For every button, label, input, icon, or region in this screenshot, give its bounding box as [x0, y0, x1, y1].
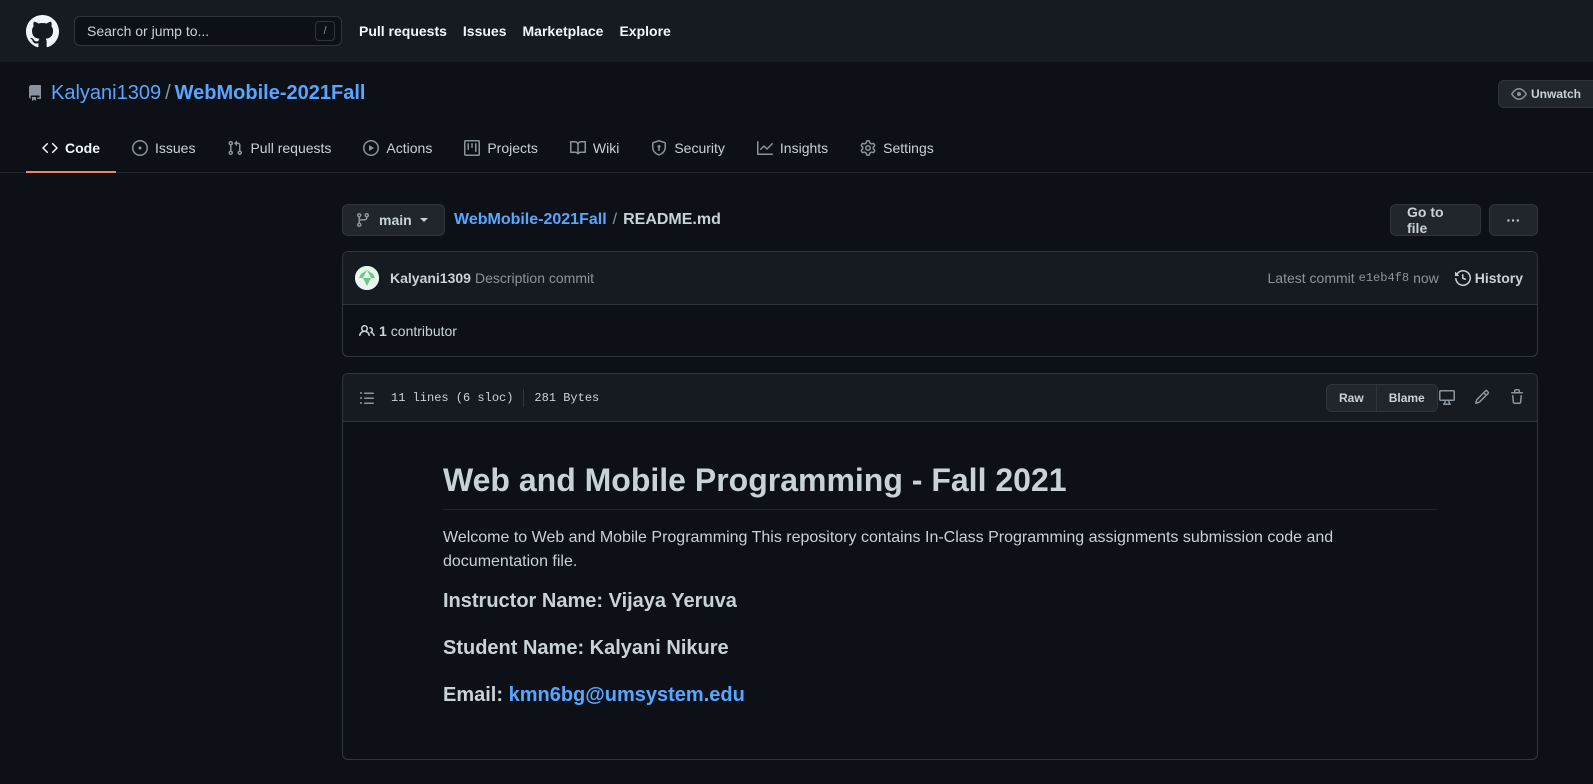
- tab-label: Actions: [386, 140, 433, 156]
- divider: [523, 388, 525, 407]
- blame-button[interactable]: Blame: [1376, 384, 1438, 412]
- file-header: 11 lines (6 sloc) 281 Bytes Raw Blame: [343, 374, 1537, 422]
- commit-author-link[interactable]: Kalyani1309: [390, 270, 471, 286]
- repo-title: Kalyani1309/WebMobile-2021Fall: [51, 82, 365, 105]
- nav-pull-requests[interactable]: Pull requests: [359, 23, 447, 39]
- code-icon: [42, 142, 58, 154]
- file-actions: [1439, 389, 1544, 405]
- tab-projects[interactable]: Projects: [448, 124, 554, 172]
- file-lines: 11 lines (6 sloc): [391, 390, 514, 405]
- project-icon: [464, 140, 481, 156]
- nav-explore[interactable]: Explore: [619, 23, 670, 39]
- tab-insights[interactable]: Insights: [741, 124, 844, 172]
- readme-instructor: Instructor Name: Vijaya Yeruva: [443, 590, 737, 612]
- tab-security[interactable]: Security: [635, 124, 741, 172]
- list-unordered-icon[interactable]: [359, 390, 375, 406]
- graph-icon: [756, 141, 773, 155]
- unwatch-label: Unwatch: [1531, 87, 1582, 101]
- tab-label: Code: [65, 140, 100, 156]
- tab-label: Projects: [487, 140, 538, 156]
- contributors-label: contributor: [390, 323, 457, 339]
- search-shortcut-key: /: [315, 21, 335, 41]
- desktop-icon[interactable]: [1439, 389, 1455, 405]
- repo-heading: Kalyani1309/WebMobile-2021Fall Unwatch: [0, 62, 1593, 124]
- pencil-icon[interactable]: [1474, 389, 1490, 405]
- file-view-buttons: Raw Blame: [1326, 384, 1438, 412]
- tab-label: Security: [674, 140, 725, 156]
- email-link[interactable]: kmn6bg@umsystem.edu: [509, 684, 745, 706]
- readme-intro: Welcome to Web and Mobile Programming Th…: [443, 529, 1334, 570]
- branch-select-button[interactable]: main: [342, 204, 445, 236]
- tab-wiki[interactable]: Wiki: [554, 124, 635, 172]
- trash-icon[interactable]: [1509, 389, 1525, 405]
- breadcrumb: WebMobile-2021Fall / README.md: [454, 211, 721, 229]
- file-size: 281 Bytes: [534, 390, 600, 405]
- tab-issues[interactable]: Issues: [116, 124, 211, 172]
- main-content: main WebMobile-2021Fall / README.md Go t…: [342, 204, 1538, 760]
- gear-icon: [860, 140, 876, 156]
- github-logo-icon[interactable]: [26, 14, 59, 48]
- readme-email-line: Email: kmn6bg@umsystem.edu: [443, 684, 1437, 707]
- repo-title-separator: /: [165, 81, 171, 104]
- readme-student: Student Name: Kalyani Nikure: [443, 637, 729, 659]
- contributors-count: 1: [379, 323, 387, 339]
- issue-icon: [132, 140, 148, 156]
- tab-actions[interactable]: Actions: [347, 124, 448, 172]
- eye-icon: [1511, 88, 1527, 100]
- repo-icon: [27, 85, 43, 101]
- email-label: Email:: [443, 684, 504, 706]
- tab-code[interactable]: Code: [26, 124, 116, 173]
- latest-commit-row: Kalyani1309 Description commit Latest co…: [343, 252, 1537, 305]
- tab-label: Issues: [155, 140, 196, 156]
- breadcrumb-repo-link[interactable]: WebMobile-2021Fall: [454, 211, 607, 229]
- tab-pull-requests[interactable]: Pull requests: [211, 124, 347, 172]
- play-icon: [363, 140, 380, 156]
- search-input[interactable]: Search or jump to... /: [74, 16, 342, 46]
- readme-title: Web and Mobile Programming - Fall 2021: [443, 462, 1437, 510]
- commit-box: Kalyani1309 Description commit Latest co…: [342, 251, 1538, 357]
- unwatch-button[interactable]: Unwatch: [1498, 80, 1593, 108]
- people-icon: [359, 324, 375, 337]
- history-label: History: [1474, 270, 1523, 286]
- tab-label: Wiki: [592, 140, 620, 156]
- tab-label: Insights: [779, 140, 829, 156]
- tab-label: Pull requests: [250, 140, 332, 156]
- commit-time: now: [1413, 270, 1439, 286]
- tab-settings[interactable]: Settings: [844, 124, 950, 172]
- raw-button[interactable]: Raw: [1326, 384, 1377, 412]
- pull-request-icon: [228, 140, 243, 156]
- global-nav: Pull requests Issues Marketplace Explore: [359, 23, 687, 39]
- go-to-file-button[interactable]: Go to file: [1390, 204, 1481, 236]
- history-icon: [1454, 270, 1471, 286]
- commit-message-link[interactable]: Description commit: [475, 270, 594, 286]
- readme-content: Web and Mobile Programming - Fall 2021 W…: [343, 422, 1537, 707]
- shield-icon: [652, 140, 667, 156]
- file-navigation: main WebMobile-2021Fall / README.md Go t…: [342, 204, 1538, 236]
- commit-meta: Latest commit e1eb4f8 now History: [1268, 270, 1523, 286]
- avatar[interactable]: [355, 266, 379, 290]
- tab-label: Settings: [883, 140, 934, 156]
- breadcrumb-separator: /: [612, 211, 618, 228]
- git-branch-icon: [356, 213, 369, 228]
- global-header: Search or jump to... / Pull requests Iss…: [0, 0, 1593, 62]
- file-info: 11 lines (6 sloc) 281 Bytes: [391, 388, 600, 407]
- search-placeholder: Search or jump to...: [87, 23, 210, 39]
- latest-commit-label: Latest commit: [1267, 270, 1355, 286]
- commit-sha-link[interactable]: e1eb4f8: [1359, 271, 1409, 285]
- branch-name: main: [379, 212, 412, 228]
- file-viewer: 11 lines (6 sloc) 281 Bytes Raw Blame We…: [342, 373, 1538, 760]
- breadcrumb-file-name: README.md: [623, 211, 721, 228]
- nav-issues[interactable]: Issues: [463, 23, 507, 39]
- nav-marketplace[interactable]: Marketplace: [523, 23, 604, 39]
- contributors-row[interactable]: 1 contributor: [343, 305, 1537, 357]
- repo-tabs: Code Issues Pull requests Actions Projec…: [0, 124, 1593, 173]
- history-link[interactable]: History: [1454, 270, 1523, 286]
- more-options-button[interactable]: ···: [1489, 204, 1538, 236]
- repo-owner-link[interactable]: Kalyani1309: [51, 82, 161, 104]
- caret-down-icon: [419, 218, 428, 222]
- repo-name-link[interactable]: WebMobile-2021Fall: [175, 82, 366, 104]
- book-icon: [569, 140, 586, 155]
